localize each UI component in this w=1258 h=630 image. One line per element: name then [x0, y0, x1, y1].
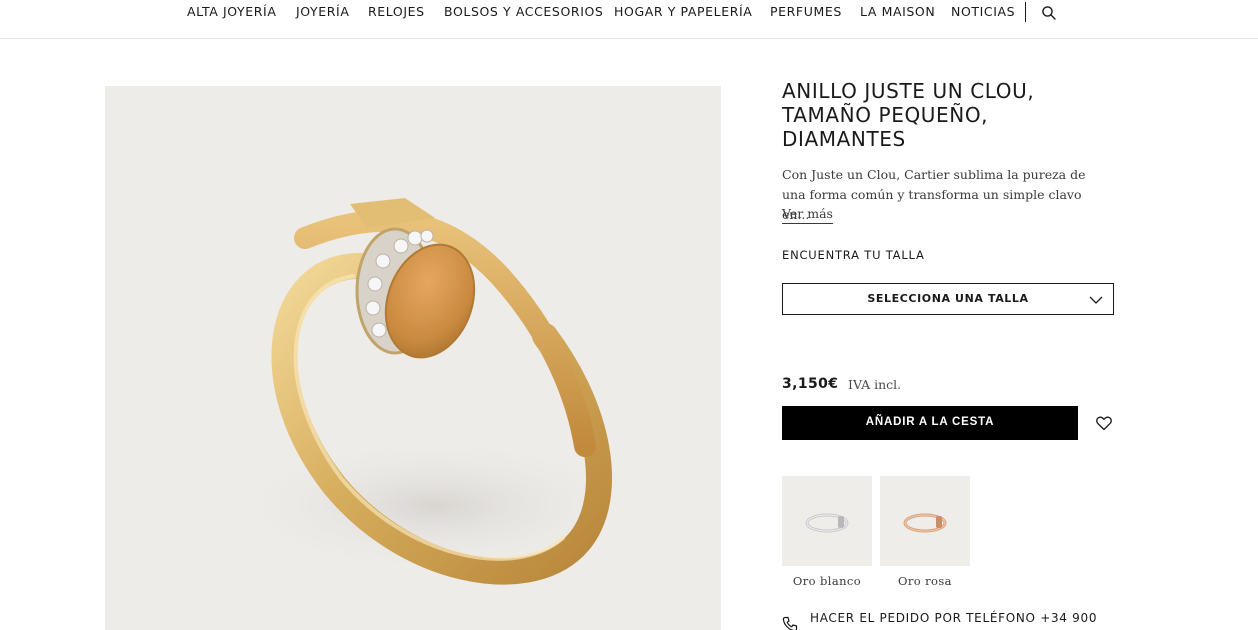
add-to-cart-button[interactable]: AÑADIR A LA CESTA — [782, 406, 1078, 440]
nav-item-bolsos-accesorios[interactable]: BOLSOS Y ACCESORIOS — [444, 4, 603, 19]
heart-icon[interactable] — [1095, 414, 1113, 432]
nav-item-perfumes[interactable]: PERFUMES — [770, 4, 842, 19]
nav-item-relojes[interactable]: RELOJES — [368, 4, 425, 19]
tax-note: IVA incl. — [848, 377, 902, 392]
variant-label: Oro blanco — [792, 574, 862, 588]
nav-item-la-maison[interactable]: LA MAISON — [860, 4, 935, 19]
size-select-label: SELECCIONA UNA TALLA — [867, 292, 1029, 305]
variant-thumbnail — [880, 476, 970, 566]
add-to-cart-label: AÑADIR A LA CESTA — [865, 416, 995, 428]
phone-order-label: HACER EL PEDIDO POR TELÉFONO +34 900 — [810, 611, 1098, 625]
search-icon[interactable] — [1041, 5, 1057, 21]
size-finder-label[interactable]: ENCUENTRA TU TALLA — [782, 248, 925, 262]
nav-divider — [1025, 2, 1026, 22]
top-navigation: ALTA JOYERÍA JOYERÍA RELOJES BOLSOS Y AC… — [0, 0, 1258, 39]
variant-thumbnail — [782, 476, 872, 566]
nav-item-hogar-papeleria[interactable]: HOGAR Y PAPELERÍA — [614, 4, 752, 19]
product-image[interactable] — [105, 86, 721, 630]
read-more-link[interactable]: Ver más — [782, 205, 833, 224]
variant-label: Oro rosa — [898, 574, 952, 588]
phone-icon — [782, 616, 798, 630]
nav-item-joyeria[interactable]: JOYERÍA — [296, 4, 350, 19]
nav-item-noticias[interactable]: NOTICIAS — [951, 4, 1015, 19]
variant-white-gold[interactable]: Oro blanco — [782, 476, 872, 588]
product-price: 3,150€ — [782, 376, 839, 392]
phone-order-link[interactable]: HACER EL PEDIDO POR TELÉFONO +34 900 — [782, 610, 1122, 630]
chevron-down-icon — [1089, 296, 1103, 304]
variant-rose-gold[interactable]: Oro rosa — [880, 476, 970, 588]
product-title: ANILLO JUSTE UN CLOU, TAMAÑO PEQUEÑO, DI… — [782, 79, 1035, 151]
size-select-dropdown[interactable]: SELECCIONA UNA TALLA — [782, 283, 1114, 315]
ring-illustration — [225, 198, 645, 585]
nav-item-alta-joyeria[interactable]: ALTA JOYERÍA — [187, 4, 276, 19]
